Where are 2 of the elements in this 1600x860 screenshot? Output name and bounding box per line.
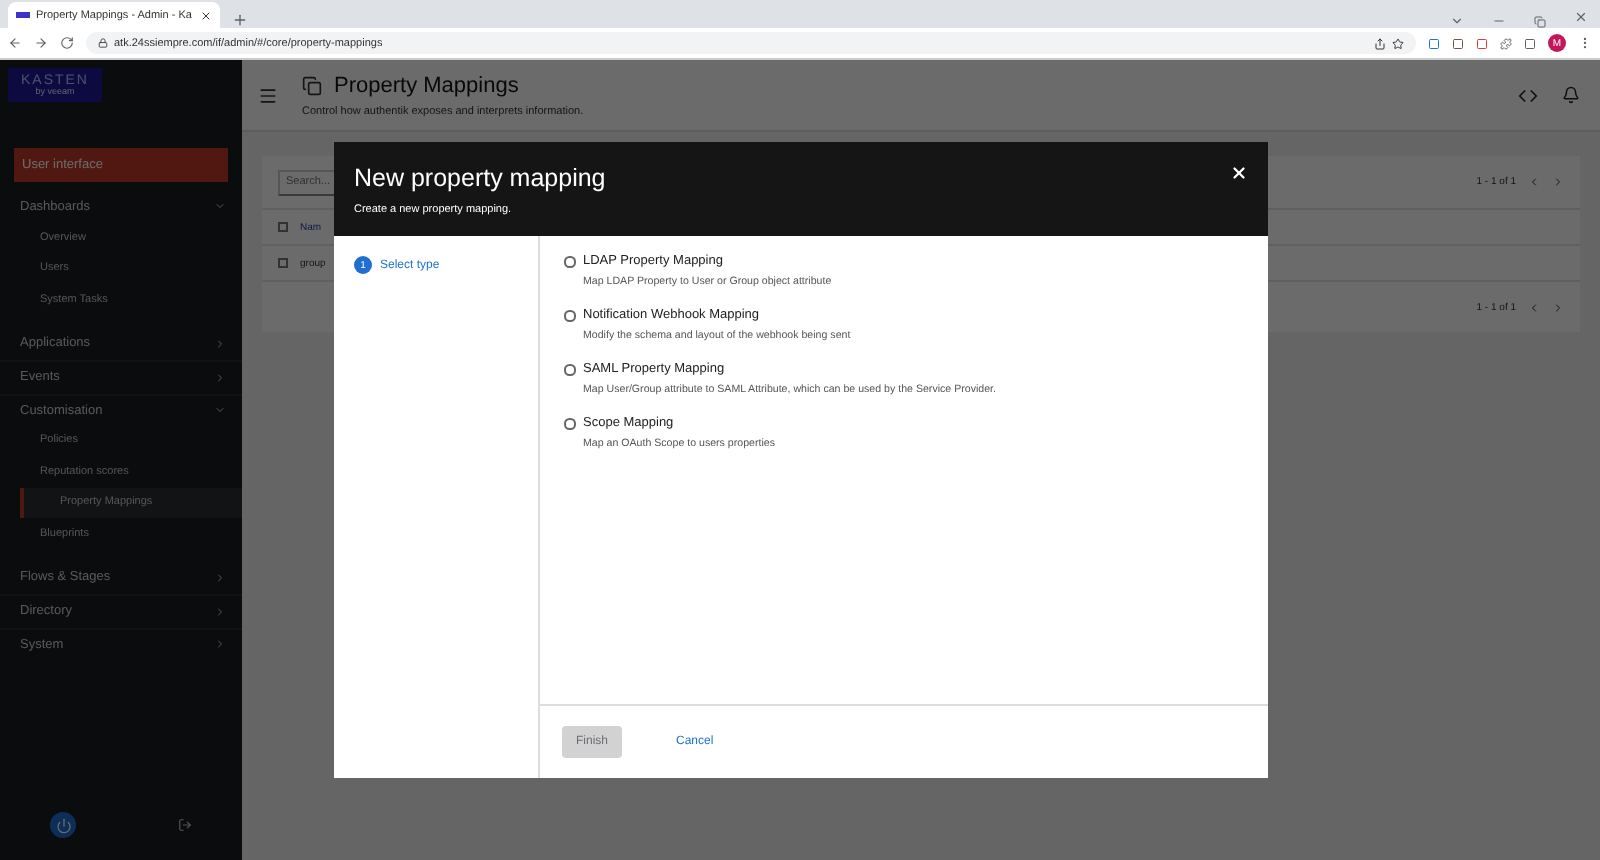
modal-title: New property mapping	[354, 164, 606, 192]
page-title: Property Mappings	[334, 73, 519, 97]
